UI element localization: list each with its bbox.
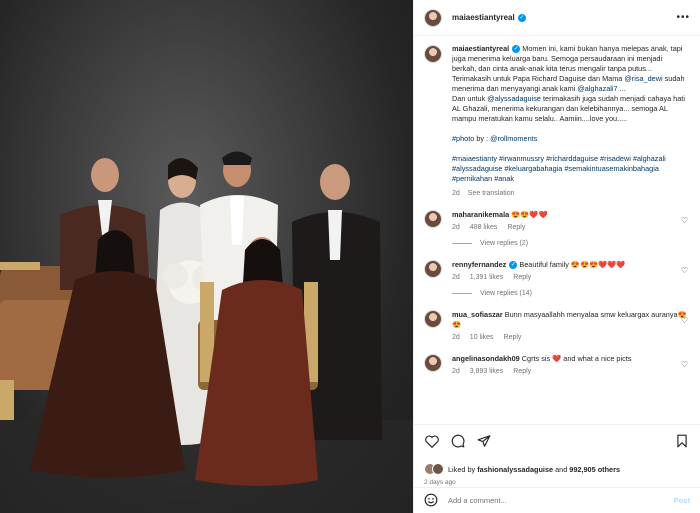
caption-photo-by: by : (474, 134, 491, 143)
liked-by-prefix: Liked by (448, 464, 478, 474)
commenter-username[interactable]: rennyfernandez (452, 260, 506, 269)
verified-badge-icon: ✓ (517, 13, 526, 22)
mention-rollmoments[interactable]: @rollmoments (490, 134, 537, 143)
liker-avatar (432, 463, 444, 475)
comment-text: Beautiful family 😍😍😍❤️❤️❤️ (519, 260, 626, 269)
comment-likes[interactable]: 1,391 likes (470, 274, 503, 281)
posted-time: 2 days ago (424, 479, 456, 486)
author-avatar[interactable] (424, 8, 442, 27)
comment-like-heart-icon[interactable]: ♡ (681, 360, 688, 369)
post-photo (0, 0, 413, 513)
caption-hashtags[interactable]: #maiaestianty #irwanmussry #richarddagui… (452, 154, 666, 183)
mention-alghazali[interactable]: @alghazali7 (577, 84, 617, 93)
commenter-username[interactable]: maharanikemala (452, 210, 509, 219)
commenter-avatar[interactable] (424, 260, 442, 278)
view-replies-button[interactable]: View replies (2) (452, 240, 690, 247)
comment-item: angelinasondakh09 Cgrts sis ❤️ and what … (424, 354, 690, 375)
comment-item: maharanikemala 😍😍❤️❤️ 2d 488 likes Reply ♡ (424, 210, 690, 231)
caption-meta: 2d See translation (452, 190, 688, 197)
commenter-username[interactable]: angelinasondakh09 (452, 354, 520, 363)
caption-thanks-prefix: Terimakasih untuk Papa Richard Daguise d… (452, 74, 625, 83)
comment-time: 2d (452, 368, 460, 375)
view-replies-button[interactable]: View replies (14) (452, 290, 690, 297)
reply-button[interactable]: Reply (504, 334, 522, 341)
comment-item: rennyfernandez ✓ Beautiful family 😍😍😍❤️❤️… (424, 260, 690, 281)
comment-like-heart-icon[interactable]: ♡ (681, 216, 688, 225)
reply-button[interactable]: Reply (513, 368, 531, 375)
post-comment-button[interactable]: Post (674, 496, 690, 505)
view-replies-label[interactable]: View replies (2) (480, 240, 528, 247)
commenter-avatar[interactable] (424, 354, 442, 372)
liked-by-user[interactable]: fashionalyssadaguise (477, 465, 553, 474)
post-header: maiaestiantyreal ✓ ••• (414, 0, 700, 36)
post-actions: Liked by fashionalyssadaguise and 992,90… (414, 424, 700, 486)
add-comment-input[interactable]: Add a comment... (448, 496, 507, 505)
mention-risa-dewi[interactable]: @risa_dewi (624, 74, 662, 83)
post-caption: maiaestiantyreal ✓ Momen ini, kami bukan … (424, 44, 690, 197)
comment-item: mua_sofiaszar Bunn masyaallahh menyalaa … (424, 310, 690, 341)
reply-button[interactable]: Reply (513, 274, 531, 281)
comment-time: 2d (452, 274, 460, 281)
heart-icon[interactable] (424, 433, 440, 449)
comment-like-heart-icon[interactable]: ♡ (681, 266, 688, 275)
caption-author-avatar[interactable] (424, 45, 442, 63)
add-comment-bar: Add a comment... Post (414, 487, 700, 513)
comment-like-heart-icon[interactable]: ♡ (681, 316, 688, 325)
post-side-panel: maiaestiantyreal ✓ ••• maiaestiantyreal ✓… (413, 0, 700, 513)
comment-likes[interactable]: 3,893 likes (470, 368, 503, 375)
reply-button[interactable]: Reply (507, 224, 525, 231)
caption-username[interactable]: maiaestiantyreal (452, 44, 509, 53)
caption-time: 2d (452, 190, 460, 197)
hashtag-photo[interactable]: #photo (452, 134, 474, 143)
caption-and-prefix: Dan untuk (452, 94, 488, 103)
family-portrait-image (0, 151, 413, 513)
liked-by-summary[interactable]: Liked by fashionalyssadaguise and 992,90… (424, 463, 690, 475)
commenter-avatar[interactable] (424, 310, 442, 328)
comment-text: Cgrts sis ❤️ and what a nice picts (521, 354, 632, 363)
commenter-username[interactable]: mua_sofiaszar (452, 310, 503, 319)
comments-scroll-area[interactable]: maiaestiantyreal ✓ Momen ini, kami bukan … (414, 37, 700, 424)
mention-alyssadaguise[interactable]: @alyssadaguise (487, 94, 541, 103)
comment-time: 2d (452, 334, 460, 341)
view-replies-label[interactable]: View replies (14) (480, 290, 532, 297)
verified-badge-icon: ✓ (512, 45, 521, 54)
liked-by-count[interactable]: 992,905 others (569, 465, 620, 474)
more-options-icon[interactable]: ••• (676, 12, 690, 23)
emoji-icon[interactable] (424, 493, 438, 509)
comment-time: 2d (452, 224, 460, 231)
comment-likes[interactable]: 10 likes (470, 334, 494, 341)
comment-icon[interactable] (450, 433, 466, 449)
author-username[interactable]: maiaestiantyreal (452, 13, 515, 22)
comment-likes[interactable]: 488 likes (470, 224, 498, 231)
share-icon[interactable] (476, 433, 492, 449)
verified-badge-icon: ✓ (509, 261, 518, 270)
commenter-avatar[interactable] (424, 210, 442, 228)
comment-text: 😍😍❤️❤️ (511, 210, 548, 219)
caption-thanks-end: ... (617, 84, 626, 93)
liked-by-and: and (553, 464, 570, 474)
see-translation-link[interactable]: See translation (468, 190, 515, 197)
bookmark-icon[interactable] (674, 433, 690, 449)
